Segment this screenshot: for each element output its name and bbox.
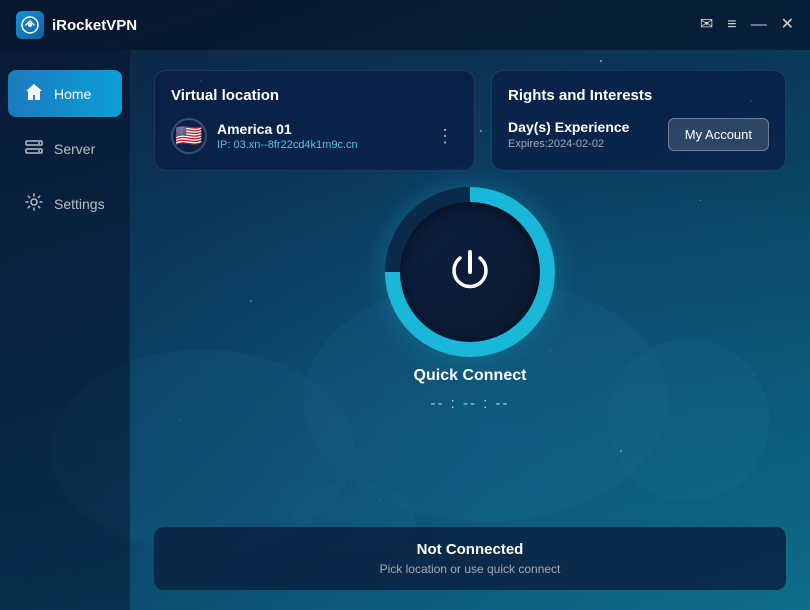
sidebar: Home Server [0, 50, 130, 610]
menu-icon[interactable]: ≡ [727, 17, 736, 33]
power-section: Quick Connect -- : -- : -- [154, 187, 786, 511]
virtual-location-title: Virtual location [171, 87, 458, 104]
location-row: 🇺🇸 America 01 IP: 03.xn--8fr22cd4k1m9c.c… [171, 118, 458, 154]
sidebar-item-home[interactable]: Home [8, 70, 122, 117]
virtual-location-card: Virtual location 🇺🇸 America 01 IP: 03.xn… [154, 70, 475, 171]
titlebar-left: iRocketVPN [16, 11, 137, 39]
sidebar-item-server[interactable]: Server [8, 125, 122, 172]
minimize-icon[interactable]: — [751, 17, 767, 33]
sidebar-item-settings[interactable]: Settings [8, 180, 122, 227]
titlebar: iRocketVPN ✉ ≡ — ✕ [0, 0, 810, 50]
app-window: iRocketVPN ✉ ≡ — ✕ Home [0, 0, 810, 610]
rights-title: Rights and Interests [508, 87, 769, 104]
location-info: America 01 IP: 03.xn--8fr22cd4k1m9c.cn [217, 121, 422, 151]
my-account-button[interactable]: My Account [668, 118, 769, 151]
expires-date: Expires:2024-02-02 [508, 138, 629, 150]
settings-icon [24, 192, 44, 215]
rights-row: Day(s) Experience Expires:2024-02-02 My … [508, 118, 769, 151]
home-icon [24, 82, 44, 105]
power-ring-inner [400, 202, 540, 342]
power-ring-outer[interactable] [385, 187, 555, 357]
plan-name: Day(s) Experience [508, 119, 629, 135]
app-logo [16, 11, 44, 39]
main-layout: Home Server [0, 50, 810, 610]
sidebar-settings-label: Settings [54, 196, 105, 212]
timer-display: -- : -- : -- [431, 395, 510, 412]
server-icon [24, 137, 44, 160]
flag-circle: 🇺🇸 [171, 118, 207, 154]
sidebar-server-label: Server [54, 141, 95, 157]
top-cards: Virtual location 🇺🇸 America 01 IP: 03.xn… [154, 70, 786, 171]
close-icon[interactable]: ✕ [781, 17, 794, 33]
rights-card: Rights and Interests Day(s) Experience E… [491, 70, 786, 171]
status-subtitle: Pick location or use quick connect [174, 562, 766, 576]
titlebar-controls: ✉ ≡ — ✕ [700, 17, 794, 33]
location-ip: IP: 03.xn--8fr22cd4k1m9c.cn [217, 139, 422, 151]
power-icon [440, 242, 500, 302]
rights-info: Day(s) Experience Expires:2024-02-02 [508, 119, 629, 150]
quick-connect-label: Quick Connect [414, 367, 527, 385]
main-content: Virtual location 🇺🇸 America 01 IP: 03.xn… [130, 50, 810, 610]
sidebar-home-label: Home [54, 86, 91, 102]
location-name: America 01 [217, 121, 422, 137]
status-bar: Not Connected Pick location or use quick… [154, 527, 786, 590]
flag-emoji: 🇺🇸 [175, 123, 202, 149]
app-name: iRocketVPN [52, 17, 137, 34]
status-title: Not Connected [174, 541, 766, 558]
email-icon[interactable]: ✉ [700, 17, 713, 33]
location-dots-menu[interactable]: ⋮ [432, 122, 458, 151]
